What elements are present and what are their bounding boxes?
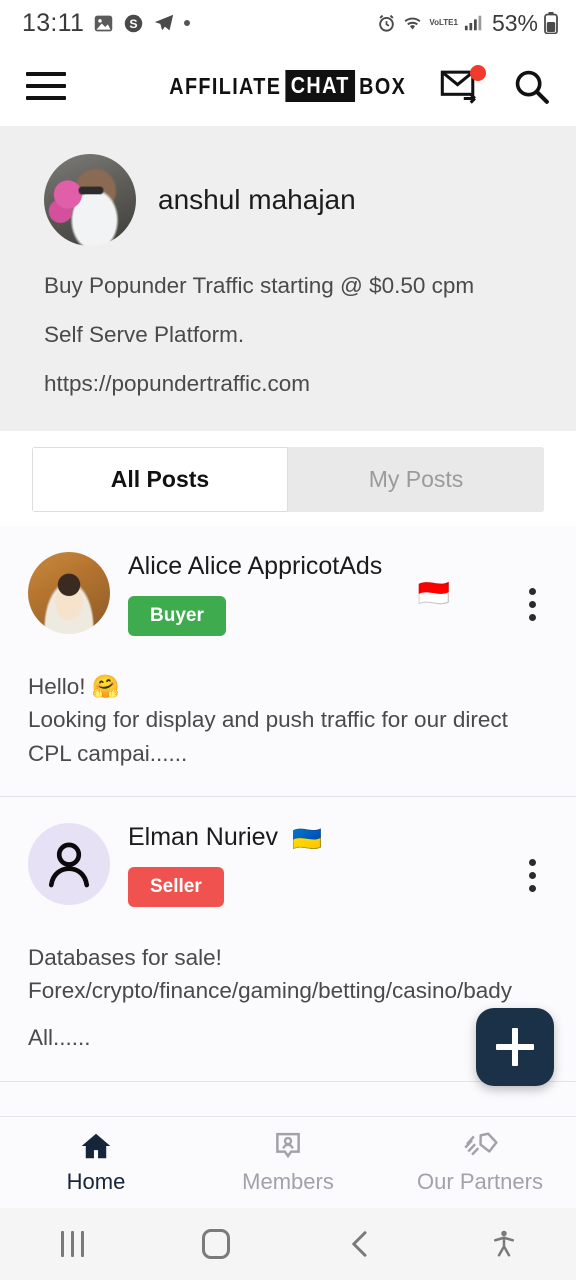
posts-feed[interactable]: Alice Alice AppricotAds Buyer 🇮🇩 Hello! …: [0, 526, 576, 1116]
hamburger-icon[interactable]: [26, 72, 66, 100]
tabs-container: All Posts My Posts: [0, 431, 576, 526]
indonesia-flag: 🇮🇩: [417, 578, 450, 608]
nav-item-our-partners[interactable]: Our Partners: [384, 1131, 576, 1195]
post-author-name[interactable]: Alice Alice AppricotAds: [128, 550, 428, 584]
post-author-name[interactable]: Elman Nuriev 🇺🇦: [128, 821, 428, 855]
status-bar-left: 13:11 S: [22, 8, 191, 38]
nav-label-home: Home: [66, 1168, 126, 1194]
home-square-icon[interactable]: [144, 1229, 288, 1259]
plus-icon: [496, 1028, 534, 1066]
back-chevron-icon[interactable]: [288, 1229, 432, 1259]
profile-bio-line-1: Buy Popunder Traffic starting @ $0.50 cp…: [44, 273, 475, 298]
mail-forward-icon[interactable]: [440, 65, 486, 104]
profile-header: anshul mahajan: [44, 154, 532, 246]
nav-label-members: Members: [242, 1168, 334, 1194]
nav-item-members[interactable]: Members: [192, 1131, 384, 1195]
post-body-line-3: All......: [28, 1025, 91, 1051]
contact-card-icon: [276, 1132, 300, 1158]
post-author-block: Alice Alice AppricotAds Buyer: [128, 548, 548, 636]
person-icon: [48, 842, 90, 888]
profile-bio-line-2: Self Serve Platform.: [44, 322, 245, 347]
notification-badge: [470, 65, 486, 81]
handshake-icon: [464, 1132, 498, 1155]
svg-text:S: S: [130, 16, 138, 30]
app-header: AFFILIATE CHAT BOX: [0, 46, 576, 126]
profile-section: anshul mahajan Buy Popunder Traffic star…: [0, 126, 576, 431]
volte-label: VoLTE1: [429, 18, 458, 27]
ukraine-flag: 🇺🇦: [292, 825, 322, 853]
signal-icon: [464, 14, 484, 32]
system-navigation-bar: [0, 1208, 576, 1280]
status-badge: Buyer: [128, 595, 226, 636]
recents-icon[interactable]: [0, 1231, 144, 1257]
post-body: Hello! 🤗 Looking for display and push tr…: [28, 670, 548, 770]
dot-icon: [184, 20, 191, 26]
post-menu-button[interactable]: [523, 853, 542, 898]
accessibility-icon[interactable]: [432, 1229, 576, 1259]
avatar[interactable]: [44, 154, 136, 246]
status-bar-clock: 13:11: [22, 8, 85, 37]
post-body-line-1: Databases for sale!: [28, 944, 222, 970]
post-header: Alice Alice AppricotAds Buyer 🇮🇩: [28, 548, 548, 654]
alarm-icon: [377, 14, 396, 33]
battery-icon: [544, 12, 558, 34]
tab-my-posts[interactable]: My Posts: [288, 447, 544, 512]
image-icon: [93, 13, 114, 34]
tabs: All Posts My Posts: [32, 447, 544, 512]
logo-text-chat: CHAT: [285, 70, 356, 102]
status-badge: Seller: [128, 866, 224, 907]
logo-text-affiliate: AFFILIATE: [169, 72, 282, 99]
tab-all-posts[interactable]: All Posts: [32, 447, 288, 512]
post-body-line-2: Forex/crypto/finance/gaming/betting/casi…: [28, 978, 513, 1004]
post-author-block: Elman Nuriev 🇺🇦 Seller: [128, 819, 548, 907]
post-body: Databases for sale! Forex/crypto/finance…: [28, 941, 548, 1055]
telegram-icon: [153, 12, 175, 34]
page-title: anshul mahajan: [158, 184, 356, 215]
post-author-name-text: Elman Nuriev: [128, 822, 279, 851]
avatar[interactable]: [28, 552, 110, 634]
post-header: Elman Nuriev 🇺🇦 Seller: [28, 819, 548, 925]
nav-label-our-partners: Our Partners: [417, 1168, 543, 1194]
profile-bio-link[interactable]: https://popundertraffic.com: [44, 370, 532, 397]
wifi-icon: [402, 14, 423, 33]
header-actions: [440, 65, 550, 105]
search-icon[interactable]: [512, 67, 550, 105]
home-icon: [81, 1133, 111, 1158]
app-screen: 13:11 S VoLTE1 53% AFFILIATE CHAT BOX an…: [0, 0, 576, 1280]
post-body-line-2: Looking for display and push traffic for…: [28, 707, 508, 766]
battery-percent-label: 53%: [491, 9, 538, 36]
skype-icon: S: [123, 13, 144, 34]
post-body-line-1: Hello! 🤗: [28, 674, 120, 699]
post-item[interactable]: Alice Alice AppricotAds Buyer 🇮🇩 Hello! …: [0, 526, 576, 797]
status-bar: 13:11 S VoLTE1 53%: [0, 0, 576, 46]
status-bar-right: VoLTE1 53%: [377, 10, 558, 37]
bottom-navigation: Home Members Our Partners: [0, 1116, 576, 1208]
avatar[interactable]: [28, 822, 110, 905]
create-post-button[interactable]: [476, 1008, 554, 1086]
logo-text-box: BOX: [359, 72, 407, 99]
post-menu-button[interactable]: [523, 582, 542, 627]
nav-item-home[interactable]: Home: [0, 1131, 192, 1195]
